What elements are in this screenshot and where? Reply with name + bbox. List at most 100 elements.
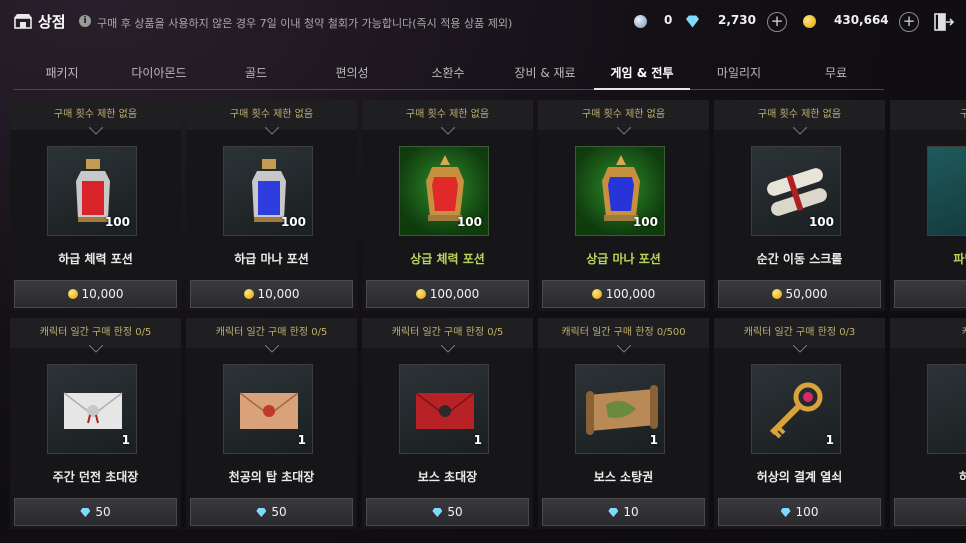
tab-summon[interactable]: 소환수 (400, 60, 496, 90)
product-card[interactable]: 캐릭터 일간 구매 한정 0/5 1 주간 던전 초대장 50 (10, 318, 181, 529)
chevron-down-icon (89, 345, 103, 353)
item-quantity: 100 (280, 215, 306, 229)
product-card[interactable]: 구매 횟수 제한 없음 100 상급 마나 포션 100,000 (538, 100, 709, 311)
gold-value: 430,664 (834, 13, 889, 27)
add-gold-button[interactable]: + (899, 12, 919, 32)
key-icon (927, 364, 966, 454)
price: 100,000 (605, 287, 656, 301)
item-name: 순간 이동 스크롤 (756, 252, 843, 266)
tab-package[interactable]: 패키지 (14, 60, 110, 90)
purchase-limit: 캐릭터 (890, 318, 966, 348)
product-grid: 구매 횟수 제한 없음 100 하급 체력 포션 10,000 구매 횟수 제한… (10, 100, 966, 543)
buy-button[interactable]: 50 (14, 498, 177, 526)
purchase-limit: 캐릭터 일간 구매 한정 0/500 (538, 318, 709, 348)
purchase-limit: 구매 횟수 제한 없음 (186, 100, 357, 130)
buy-button[interactable]: 50,000 (718, 280, 881, 308)
diamond-icon (432, 508, 443, 517)
chevron-down-icon (617, 127, 631, 135)
product-card[interactable]: 캐릭터 허상의 (890, 318, 966, 529)
diamond-icon (608, 508, 619, 517)
product-card[interactable]: 구매 횟 파밍필드 (890, 100, 966, 311)
purchase-limit: 캐릭터 일간 구매 한정 0/5 (10, 318, 181, 348)
item-name: 허상의 결계 열쇠 (756, 470, 843, 484)
chevron-down-icon (265, 345, 279, 353)
red-potion-icon: 100 (47, 146, 137, 236)
price: 100,000 (429, 287, 480, 301)
info-icon[interactable]: i (79, 15, 91, 27)
shop-icon (14, 14, 32, 29)
chevron-down-icon (617, 345, 631, 353)
category-tabs: 패키지 다이아몬드 골드 편의성 소환수 장비 & 재료 게임 & 전투 마일리… (14, 60, 884, 90)
product-card[interactable]: 구매 횟수 제한 없음 100 순간 이동 스크롤 50,000 (714, 100, 885, 311)
purchase-limit: 캐릭터 일간 구매 한정 0/3 (714, 318, 885, 348)
item-name: 보스 소탕권 (593, 470, 654, 484)
tab-diamond[interactable]: 다이아몬드 (111, 60, 207, 90)
buy-button[interactable] (894, 280, 966, 308)
map-icon: 1 (575, 364, 665, 454)
price: 50 (95, 505, 111, 519)
product-card[interactable]: 캐릭터 일간 구매 한정 0/500 1 보스 소탕권 10 (538, 318, 709, 529)
tab-equipment-materials[interactable]: 장비 & 재료 (497, 60, 593, 90)
buy-button[interactable]: 100,000 (542, 280, 705, 308)
tab-gold[interactable]: 골드 (208, 60, 304, 90)
tab-convenience[interactable]: 편의성 (304, 60, 400, 90)
item-quantity: 100 (456, 215, 482, 229)
diamond-icon (686, 15, 699, 28)
buy-button[interactable]: 100,000 (366, 280, 529, 308)
gold-coin-icon (803, 15, 816, 28)
price: 10,000 (81, 287, 124, 301)
gold-coin-icon (67, 289, 78, 299)
blue-lantern-potion-icon: 100 (575, 146, 665, 236)
product-card[interactable]: 구매 횟수 제한 없음 100 하급 마나 포션 10,000 (186, 100, 357, 311)
price: 100 (795, 505, 819, 519)
tab-game-combat[interactable]: 게임 & 전투 (594, 60, 690, 90)
purchase-limit: 구매 횟수 제한 없음 (10, 100, 181, 130)
white-envelope-icon: 1 (47, 364, 137, 454)
buy-button[interactable]: 100 (718, 498, 881, 526)
item-quantity: 1 (473, 433, 482, 447)
item-name: 상급 마나 포션 (586, 252, 661, 266)
exit-icon[interactable] (934, 13, 954, 31)
buy-button[interactable]: 50 (190, 498, 353, 526)
item-quantity: 100 (808, 215, 834, 229)
currency-1-value: 0 (664, 13, 673, 27)
item-quantity: 100 (632, 215, 658, 229)
buy-button[interactable]: 10 (542, 498, 705, 526)
chevron-down-icon (265, 127, 279, 135)
price: 10,000 (257, 287, 300, 301)
gold-coin-icon (243, 289, 254, 299)
price: 50 (447, 505, 463, 519)
purchase-limit: 구매 횟 (890, 100, 966, 130)
key-icon: 1 (751, 364, 841, 454)
product-card[interactable]: 캐릭터 일간 구매 한정 0/5 1 보스 초대장 50 (362, 318, 533, 529)
tab-free[interactable]: 무료 (788, 60, 884, 90)
price: 10 (623, 505, 639, 519)
product-card[interactable]: 캐릭터 일간 구매 한정 0/5 1 천공의 탑 초대장 50 (186, 318, 357, 529)
purchase-limit: 구매 횟수 제한 없음 (362, 100, 533, 130)
buy-button[interactable]: 50 (366, 498, 529, 526)
gold-coin-icon (415, 289, 426, 299)
buy-button[interactable] (894, 498, 966, 526)
item-quantity: 100 (104, 215, 130, 229)
red-lantern-potion-icon: 100 (399, 146, 489, 236)
tan-envelope-icon: 1 (223, 364, 313, 454)
add-diamond-button[interactable]: + (767, 12, 787, 32)
blue-potion-icon: 100 (223, 146, 313, 236)
item-name: 하급 체력 포션 (58, 252, 133, 266)
purchase-limit: 구매 횟수 제한 없음 (714, 100, 885, 130)
item-quantity: 1 (825, 433, 834, 447)
item-quantity: 1 (649, 433, 658, 447)
buy-button[interactable]: 10,000 (190, 280, 353, 308)
product-card[interactable]: 캐릭터 일간 구매 한정 0/3 1 허상의 결계 열쇠 100 (714, 318, 885, 529)
product-card[interactable]: 구매 횟수 제한 없음 100 하급 체력 포션 10,000 (10, 100, 181, 311)
gold-coin-icon (591, 289, 602, 299)
item-name: 보스 초대장 (417, 470, 478, 484)
diamond-icon (80, 508, 91, 517)
buy-button[interactable]: 10,000 (14, 280, 177, 308)
chevron-down-icon (441, 345, 455, 353)
tab-mileage[interactable]: 마일리지 (691, 60, 787, 90)
product-card[interactable]: 구매 횟수 제한 없음 100 상급 체력 포션 100,000 (362, 100, 533, 311)
chevron-down-icon (793, 127, 807, 135)
price: 50,000 (785, 287, 828, 301)
purchase-limit: 캐릭터 일간 구매 한정 0/5 (186, 318, 357, 348)
